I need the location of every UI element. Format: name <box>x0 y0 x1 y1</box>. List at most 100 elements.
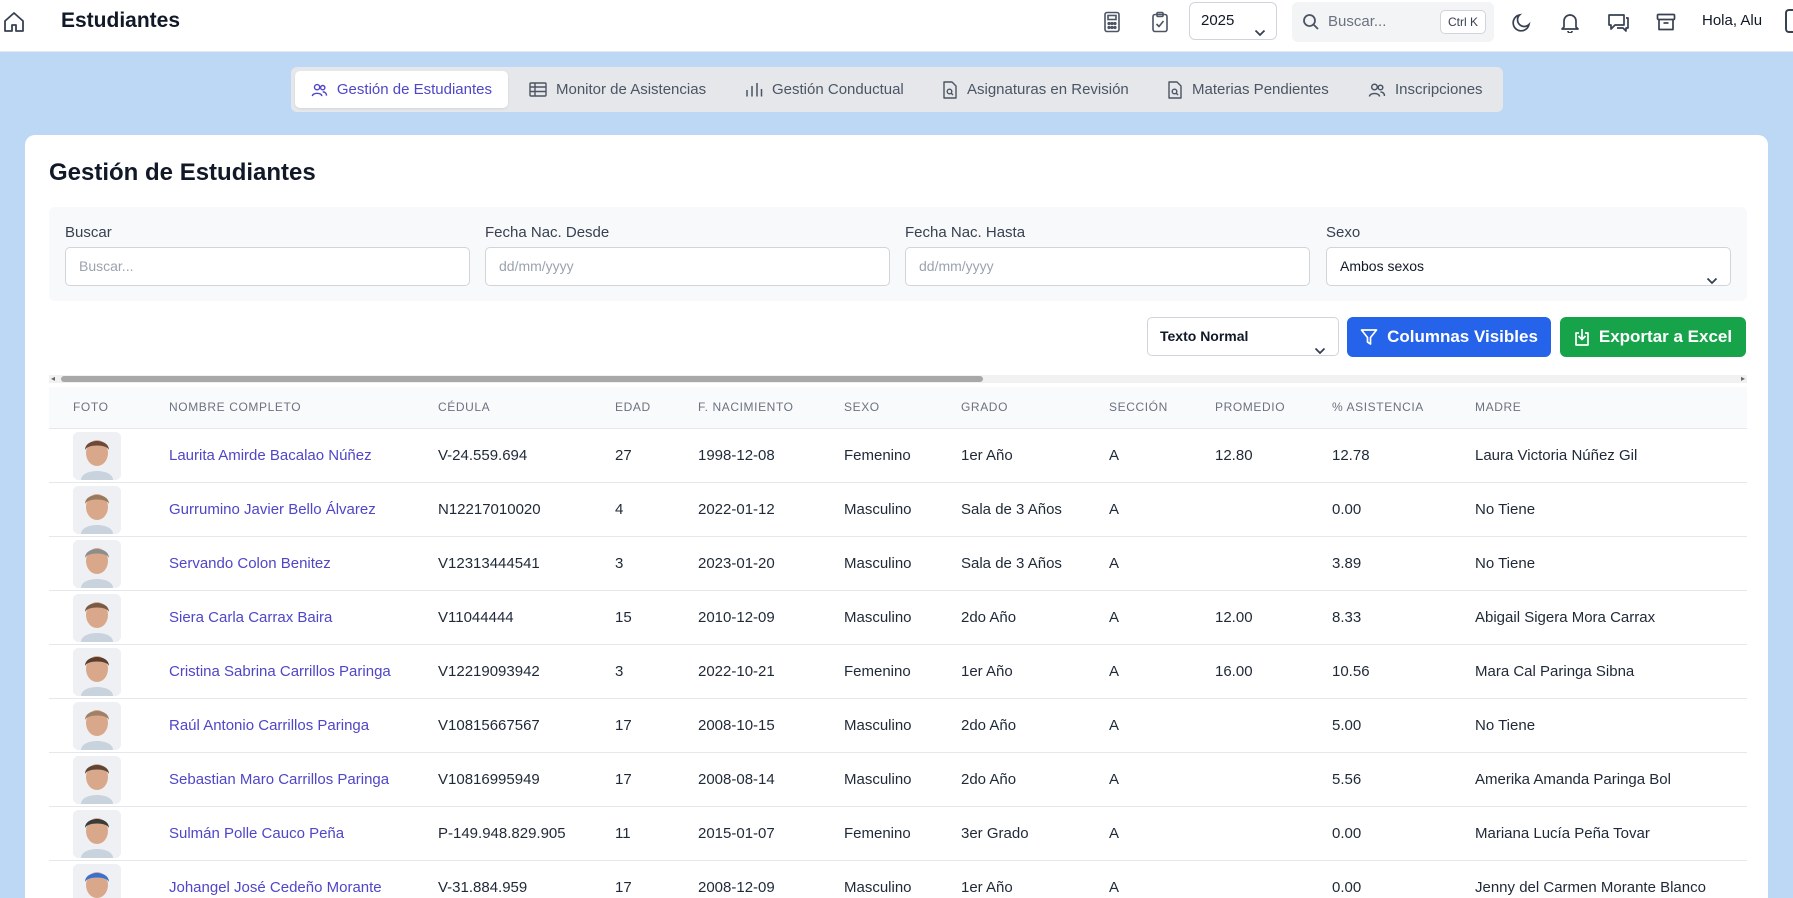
filter-date-to: Fecha Nac. Hasta dd/mm/yyyy <box>905 224 1310 286</box>
cell-seccion: A <box>1109 501 1120 518</box>
table-header: FOTO NOMBRE COMPLETO CÉDULA EDAD F. NACI… <box>49 387 1747 429</box>
cell-edad: 4 <box>615 501 624 518</box>
table-row[interactable]: Sebastian Maro Carrillos Paringa V1081699… <box>49 753 1747 807</box>
archive-icon[interactable] <box>1653 9 1679 35</box>
student-name-link[interactable]: Sebastian Maro Carrillos Paringa <box>169 771 389 788</box>
student-photo[interactable] <box>73 594 121 642</box>
cell-grado: 3er Grado <box>961 825 1029 842</box>
tab-label: Gestión Conductual <box>772 81 904 98</box>
cell-grado: Sala de 3 Años <box>961 501 1062 518</box>
search-input[interactable]: Buscar... <box>65 247 470 286</box>
filter-sex: Sexo Ambos sexos <box>1326 224 1731 286</box>
cell-asistencia: 5.56 <box>1332 771 1362 788</box>
cell-grado: 2do Año <box>961 609 1017 626</box>
column-header-nombre[interactable]: NOMBRE COMPLETO <box>169 400 301 414</box>
student-name-link[interactable]: Cristina Sabrina Carrillos Paringa <box>169 663 391 680</box>
tab-asignaturas-revision[interactable]: Asignaturas en Revisión <box>942 71 1129 108</box>
sex-select[interactable]: Ambos sexos <box>1326 247 1731 286</box>
column-header-asistencia[interactable]: % ASISTENCIA <box>1332 400 1424 414</box>
cell-madre: Mariana Lucía Peña Tovar <box>1475 825 1650 842</box>
table-row[interactable]: Johangel José Cedeño Morante V-31.884.959… <box>49 861 1747 898</box>
student-photo[interactable] <box>73 486 121 534</box>
date-from-label: Fecha Nac. Desde <box>485 224 610 241</box>
horizontal-scrollbar[interactable]: ◂ ▸ <box>49 375 1747 385</box>
column-header-promedio[interactable]: PROMEDIO <box>1215 400 1285 414</box>
column-header-fnac[interactable]: F. NACIMIENTO <box>698 400 794 414</box>
shortcut-badge: Ctrl K <box>1440 10 1486 34</box>
scrollbar-thumb[interactable] <box>61 376 983 382</box>
text-mode-value: Texto Normal <box>1160 328 1249 344</box>
student-photo[interactable] <box>73 810 121 858</box>
scroll-right-arrow[interactable]: ▸ <box>1741 375 1745 383</box>
top-bar: Estudiantes 2025 Buscar... Ctrl K Hola, … <box>0 0 1793 52</box>
column-header-madre[interactable]: MADRE <box>1475 400 1521 414</box>
cell-edad: 3 <box>615 555 624 572</box>
tab-monitor-asistencias[interactable]: Monitor de Asistencias <box>529 71 706 108</box>
section-tabs: Gestión de Estudiantes Monitor de Asiste… <box>291 67 1503 112</box>
cell-sexo: Femenino <box>844 447 911 464</box>
table-row[interactable]: Sulmán Polle Cauco Peña P-149.948.829.905… <box>49 807 1747 861</box>
users-icon <box>1368 82 1386 97</box>
tab-gestion-estudiantes[interactable]: Gestión de Estudiantes <box>295 71 508 108</box>
date-to-input[interactable]: dd/mm/yyyy <box>905 247 1310 286</box>
student-name-link[interactable]: Gurrumino Javier Bello Álvarez <box>169 501 376 518</box>
table-row[interactable]: Raúl Antonio Carrillos Paringa V108156675… <box>49 699 1747 753</box>
cell-seccion: A <box>1109 609 1120 626</box>
student-name-link[interactable]: Laurita Amirde Bacalao Núñez <box>169 447 372 464</box>
text-mode-select[interactable]: Texto Normal <box>1147 317 1339 356</box>
student-name-link[interactable]: Johangel José Cedeño Morante <box>169 879 382 896</box>
column-header-grado[interactable]: GRADO <box>961 400 1008 414</box>
tab-label: Gestión de Estudiantes <box>336 81 492 98</box>
table-row[interactable]: Laurita Amirde Bacalao Núñez V-24.559.694… <box>49 429 1747 483</box>
student-name-link[interactable]: Sulmán Polle Cauco Peña <box>169 825 344 842</box>
student-name-link[interactable]: Siera Carla Carrax Baira <box>169 609 332 626</box>
student-photo[interactable] <box>73 540 121 588</box>
scroll-left-arrow[interactable]: ◂ <box>51 375 55 383</box>
moon-icon[interactable] <box>1509 9 1535 35</box>
tab-materias-pendientes[interactable]: Materias Pendientes <box>1167 71 1329 108</box>
cell-edad: 15 <box>615 609 632 626</box>
student-photo[interactable] <box>73 648 121 696</box>
calculator-icon[interactable] <box>1099 9 1125 35</box>
student-photo[interactable] <box>73 432 121 480</box>
user-greeting[interactable]: Hola, Alu <box>1702 12 1762 29</box>
cell-sexo: Femenino <box>844 825 911 842</box>
student-name-link[interactable]: Raúl Antonio Carrillos Paringa <box>169 717 369 734</box>
column-header-edad[interactable]: EDAD <box>615 400 651 414</box>
date-from-input[interactable]: dd/mm/yyyy <box>485 247 890 286</box>
global-search[interactable]: Buscar... Ctrl K <box>1292 2 1494 42</box>
table-row[interactable]: Servando Colon Benitez V12313444541 3 2023-… <box>49 537 1747 591</box>
cell-cedula: V10816995949 <box>438 771 540 788</box>
student-photo[interactable] <box>73 864 121 898</box>
bell-icon[interactable] <box>1557 9 1583 35</box>
chat-icon[interactable] <box>1605 9 1631 35</box>
column-header-sexo[interactable]: SEXO <box>844 400 880 414</box>
student-photo[interactable] <box>73 756 121 804</box>
cell-fecha-nacimiento: 2022-10-21 <box>698 663 775 680</box>
column-header-seccion[interactable]: SECCIÓN <box>1109 400 1168 414</box>
home-icon[interactable] <box>2 10 26 34</box>
table-row[interactable]: Siera Carla Carrax Baira V11044444 15 2010-… <box>49 591 1747 645</box>
student-photo[interactable] <box>73 702 121 750</box>
cell-asistencia: 12.78 <box>1332 447 1370 464</box>
cell-madre: Abigail Sigera Mora Carrax <box>1475 609 1656 626</box>
year-select[interactable]: 2025 <box>1189 2 1277 40</box>
sidebar-toggle-icon[interactable] <box>1785 9 1793 33</box>
cell-cedula: N12217010020 <box>438 501 541 518</box>
download-icon <box>1575 329 1589 346</box>
column-header-cedula[interactable]: CÉDULA <box>438 400 490 414</box>
student-name-link[interactable]: Servando Colon Benitez <box>169 555 331 572</box>
filter-date-from: Fecha Nac. Desde dd/mm/yyyy <box>485 224 890 286</box>
cell-asistencia: 10.56 <box>1332 663 1370 680</box>
table-row[interactable]: Cristina Sabrina Carrillos Paringa V12219… <box>49 645 1747 699</box>
visible-columns-button[interactable]: Columnas Visibles <box>1347 317 1551 357</box>
tab-gestion-conductual[interactable]: Gestión Conductual <box>745 71 904 108</box>
filter-search: Buscar Buscar... <box>65 224 470 286</box>
export-excel-button[interactable]: Exportar a Excel <box>1560 317 1746 357</box>
column-header-foto[interactable]: FOTO <box>73 400 109 414</box>
document-search-icon <box>943 80 957 99</box>
tab-inscripciones[interactable]: Inscripciones <box>1368 71 1483 108</box>
cell-sexo: Masculino <box>844 717 912 734</box>
clipboard-check-icon[interactable] <box>1147 9 1173 35</box>
table-row[interactable]: Gurrumino Javier Bello Álvarez N122170100… <box>49 483 1747 537</box>
